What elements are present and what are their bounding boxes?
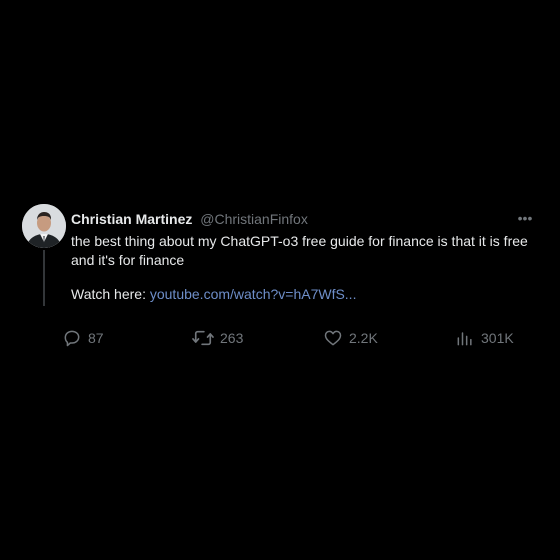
- avatar-image: [22, 204, 66, 248]
- tweet-header: Christian Martinez @ChristianFinfox: [71, 211, 308, 228]
- reply-count: 87: [88, 330, 104, 346]
- heart-icon: [323, 328, 343, 348]
- youtube-link[interactable]: youtube.com/watch?v=hA7WfS...: [150, 286, 357, 302]
- author-name[interactable]: Christian Martinez: [71, 211, 192, 227]
- reply-icon: [62, 328, 82, 348]
- thread-line: [43, 250, 45, 306]
- tweet-link-line: Watch here: youtube.com/watch?v=hA7WfS..…: [71, 285, 356, 304]
- like-button[interactable]: 2.2K: [323, 327, 378, 349]
- retweet-button[interactable]: 263: [192, 327, 243, 349]
- avatar[interactable]: [22, 204, 66, 248]
- reply-button[interactable]: 87: [62, 327, 104, 349]
- watch-label: Watch here:: [71, 286, 146, 302]
- more-options-icon[interactable]: •••: [514, 209, 536, 227]
- views-button[interactable]: 301K: [455, 327, 514, 349]
- retweet-icon: [192, 328, 214, 348]
- tweet-text: the best thing about my ChatGPT-o3 free …: [71, 233, 528, 268]
- views-icon: [455, 328, 475, 348]
- views-count: 301K: [481, 330, 514, 346]
- tweet[interactable]: Christian Martinez @ChristianFinfox ••• …: [0, 0, 560, 560]
- retweet-count: 263: [220, 330, 244, 346]
- like-count: 2.2K: [349, 330, 378, 346]
- author-handle[interactable]: @ChristianFinfox: [200, 211, 308, 227]
